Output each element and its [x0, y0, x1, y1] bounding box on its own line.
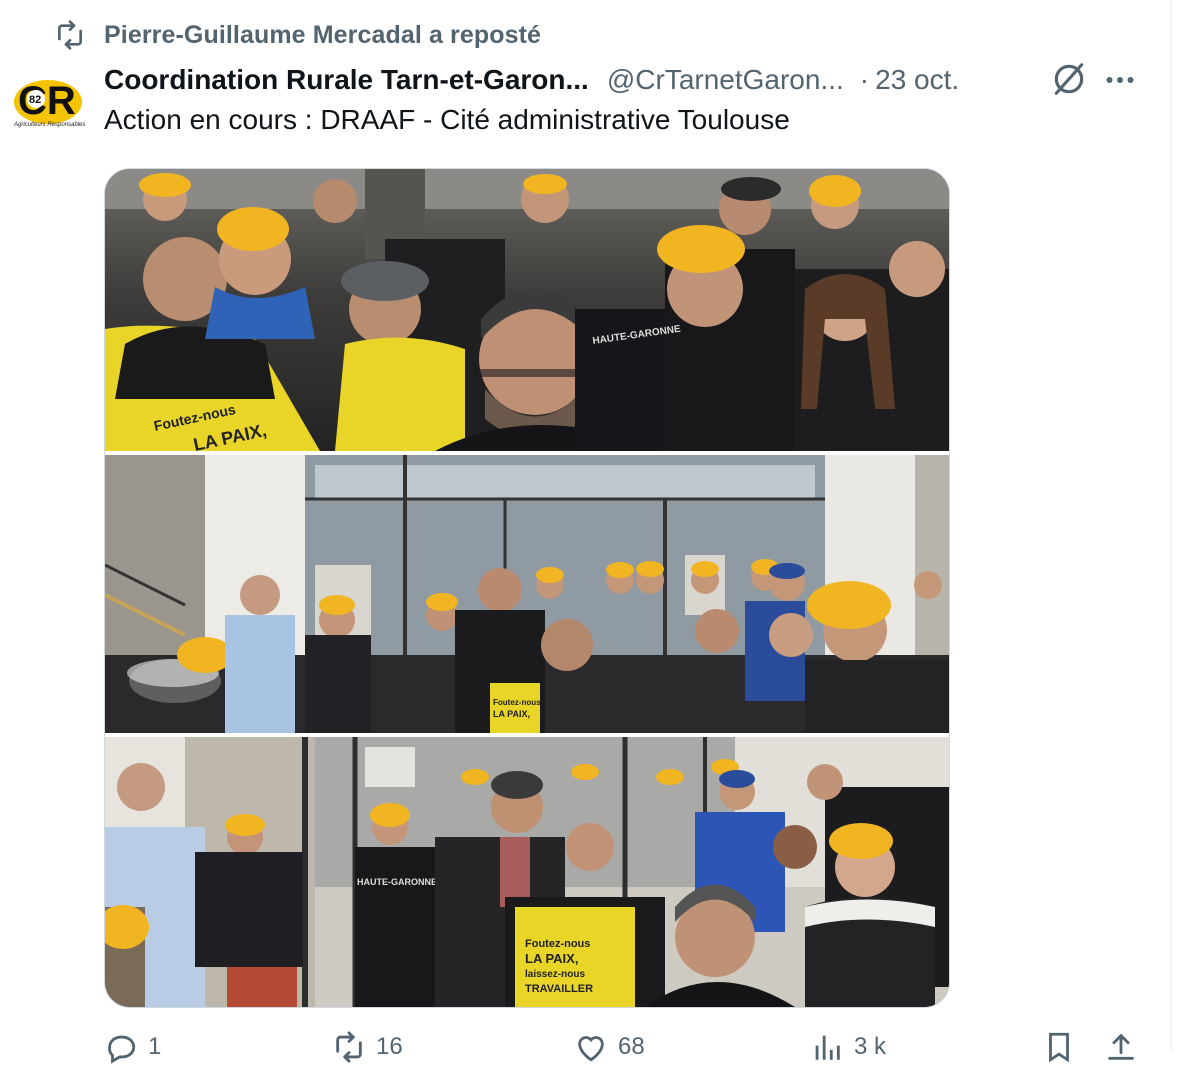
share-button[interactable] [1104, 1030, 1138, 1064]
action-bar: 1 16 68 3 k [104, 1030, 1144, 1070]
avatar[interactable]: CR 82 Agriculteurs Responsables [10, 72, 86, 130]
grok-icon[interactable] [1050, 60, 1088, 98]
reply-count: 1 [148, 1033, 162, 1060]
views-icon [815, 1035, 840, 1060]
repost-text[interactable]: Pierre-Guillaume Mercadal a reposté [104, 21, 541, 50]
like-button[interactable]: 68 [574, 1030, 645, 1064]
vest-slogan-3c: laissez-nous [525, 969, 585, 980]
tweet-header: Coordination Rurale Tarn-et-Garon... @Cr… [104, 58, 1144, 102]
views-count: 3 k [854, 1033, 887, 1060]
views-button[interactable]: 3 k [810, 1030, 886, 1064]
repost-action-icon [336, 1031, 362, 1063]
timeline-border [1170, 0, 1172, 1050]
author-handle[interactable]: @CrTarnetGaron... [607, 64, 844, 96]
like-count: 68 [618, 1033, 645, 1060]
avatar-logo-number: 82 [29, 94, 41, 106]
vest-slogan-2a: Foutez-nous [493, 698, 541, 707]
photo-1[interactable]: Foutez-nous LA PAIX, HAUTE-GARONNE [105, 169, 949, 451]
reply-icon [108, 1035, 136, 1064]
jacket-text-3: HAUTE-GARONNE [357, 877, 437, 887]
avatar-logo-tagline: Agriculteurs Responsables [13, 122, 85, 128]
repost-icon [58, 20, 82, 50]
share-icon [1108, 1033, 1134, 1060]
repost-button[interactable]: 16 [332, 1030, 403, 1064]
more-options-icon[interactable] [1102, 62, 1138, 98]
bookmark-icon [1049, 1032, 1069, 1063]
author-name[interactable]: Coordination Rurale Tarn-et-Garon... [104, 64, 589, 96]
repost-count: 16 [376, 1033, 403, 1060]
vest-slogan-2b: LA PAIX, [493, 709, 530, 719]
repost-indicator: Pierre-Guillaume Mercadal a reposté [54, 18, 541, 52]
photo-2[interactable]: Foutez-nous LA PAIX, [105, 455, 949, 733]
tweet-text: Action en cours : DRAAF - Cité administr… [104, 104, 790, 135]
tweet-date[interactable]: 23 oct. [875, 64, 959, 96]
reply-button[interactable]: 1 [104, 1030, 161, 1064]
vest-slogan-3a: Foutez-nous [525, 938, 590, 950]
vest-slogan-3b: LA PAIX, [525, 951, 578, 966]
separator-dot: · [859, 64, 870, 95]
avatar-logo-cr: CR [18, 79, 76, 123]
bookmark-button[interactable] [1042, 1030, 1076, 1064]
media-grid: Foutez-nous LA PAIX, HAUTE-GARONNE Foute… [104, 168, 950, 1008]
photo-3[interactable]: HAUTE-GARONNE Foutez-nous LA PAIX, laiss… [105, 737, 949, 1007]
heart-icon [578, 1036, 604, 1062]
vest-slogan-3d: TRAVAILLER [525, 983, 593, 995]
